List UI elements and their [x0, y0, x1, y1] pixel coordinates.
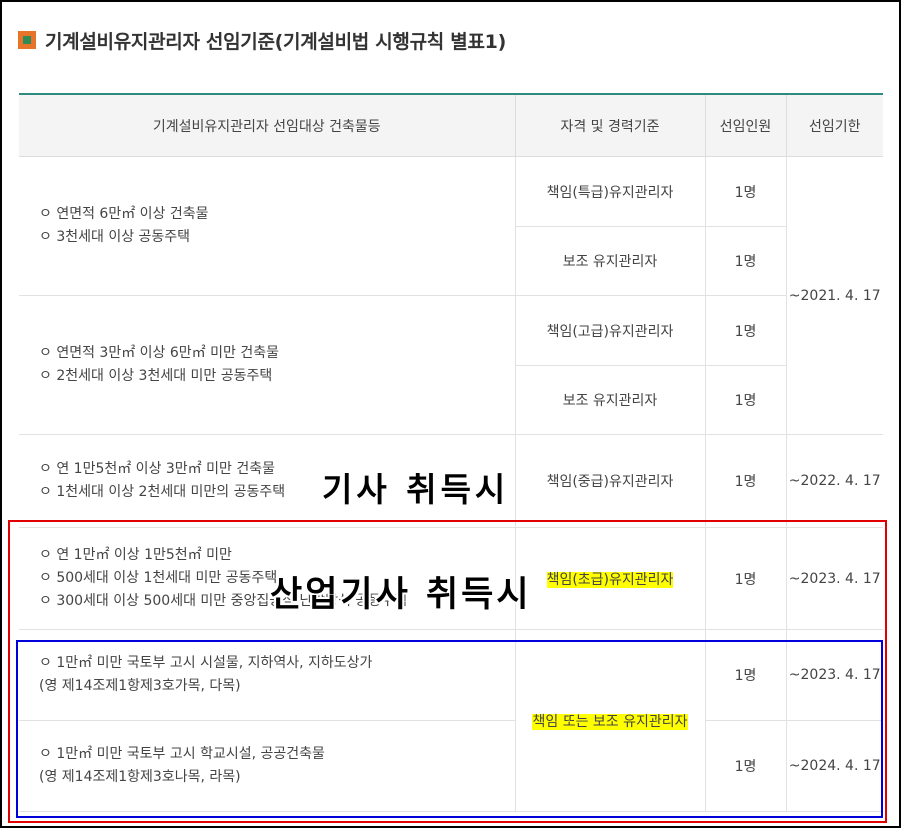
header-deadline: 선임기한: [785, 94, 883, 157]
qualification-cell: 보조 유지관리자: [514, 226, 705, 296]
header-qualification: 자격 및 경력기준: [514, 94, 705, 157]
square-bullet-icon: [18, 31, 36, 49]
header-headcount: 선임인원: [704, 94, 786, 157]
target-line: ㅇ 2천세대 이상 3천세대 미만 공동주택: [39, 368, 273, 384]
qualification-cell: 책임(고급)유지관리자: [514, 295, 705, 366]
section-heading: 기계설비유지관리자 선임기준(기계설비법 시행규칙 별표1): [18, 26, 506, 54]
qualification-cell: 책임(중급)유지관리자: [514, 434, 705, 528]
target-line: ㅇ 3천세대 이상 공동주택: [39, 229, 191, 245]
qualification-cell: 책임(특급)유지관리자: [514, 156, 705, 227]
headcount-cell: 1명: [704, 156, 786, 227]
table-row: ㅇ 연면적 3만㎡ 이상 6만㎡ 미만 건축물 ㅇ 2천세대 이상 3천세대 미…: [19, 295, 883, 435]
headcount-cell: 1명: [704, 434, 786, 528]
table-header-row: 기계설비유지관리자 선임대상 건축물등 자격 및 경력기준 선임인원 선임기한: [19, 94, 883, 157]
deadline-cell: ~2021. 4. 17: [785, 156, 883, 435]
header-target-buildings: 기계설비유지관리자 선임대상 건축물등: [19, 94, 515, 157]
engineer-annotation: 기사 취득시: [322, 470, 510, 509]
table-row: ㅇ 연면적 6만㎡ 이상 건축물 ㅇ 3천세대 이상 공동주택 책임(특급)유지…: [19, 156, 883, 435]
industrial-engineer-annotation: 산업기사 취득시: [270, 575, 532, 615]
headcount-cell: 1명: [704, 295, 786, 366]
target-cell: ㅇ 연면적 6만㎡ 이상 건축물 ㅇ 3천세대 이상 공동주택: [19, 156, 515, 296]
blue-highlight-box: [16, 640, 883, 818]
headcount-cell: 1명: [704, 226, 786, 296]
target-line: ㅇ 연면적 3만㎡ 이상 6만㎡ 미만 건축물: [39, 345, 279, 361]
target-cell: ㅇ 연면적 3만㎡ 이상 6만㎡ 미만 건축물 ㅇ 2천세대 이상 3천세대 미…: [19, 295, 515, 435]
target-line: ㅇ 연면적 6만㎡ 이상 건축물: [39, 206, 209, 222]
section-title: 기계설비유지관리자 선임기준(기계설비법 시행규칙 별표1): [45, 30, 506, 53]
headcount-cell: 1명: [704, 365, 786, 435]
qualification-cell: 보조 유지관리자: [514, 365, 705, 435]
deadline-cell: ~2022. 4. 17: [785, 434, 883, 528]
